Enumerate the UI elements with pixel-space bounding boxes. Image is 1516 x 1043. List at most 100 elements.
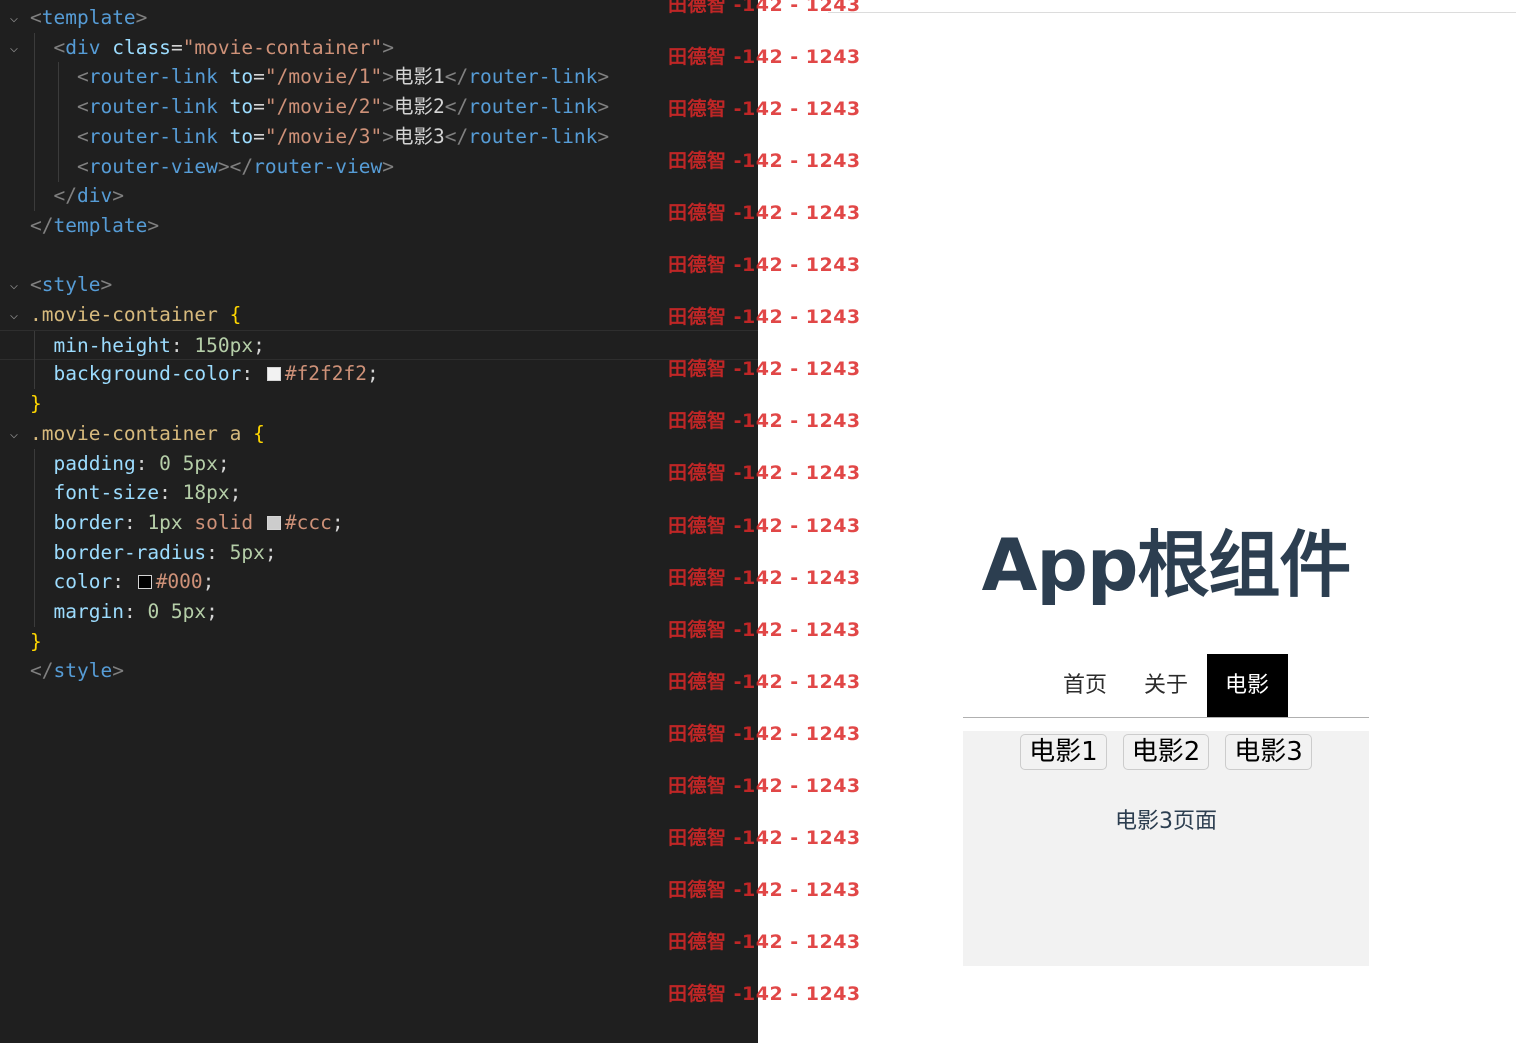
indent-guide [57, 62, 59, 93]
code-token: router-link [88, 124, 218, 148]
code-token: min-height [53, 333, 171, 357]
code-text: <router-link to="/movie/3">电影3</router-l… [77, 122, 609, 152]
code-line[interactable]: </div> [0, 181, 758, 212]
code-token: = [170, 35, 183, 59]
code-line[interactable]: } [0, 627, 758, 657]
indent-guide [34, 567, 35, 598]
indent-guide [57, 92, 59, 123]
movie-container: 电影1 电影2 电影3 电影3页面 [963, 731, 1369, 966]
code-line[interactable]: font-size: 18px; [0, 478, 758, 509]
movie-link-3[interactable]: 电影3 [1225, 734, 1312, 770]
indent-guide [34, 537, 35, 568]
code-token: > [382, 65, 395, 89]
code-token: 电影2 [394, 95, 445, 119]
code-token: 1px [147, 510, 183, 534]
code-token: : [112, 570, 136, 594]
fold-chevron-icon[interactable]: ⌵ [6, 419, 22, 449]
fold-chevron-icon[interactable]: ⌵ [6, 270, 22, 300]
code-token: ; [202, 570, 215, 594]
code-text: .movie-container a { [30, 419, 265, 449]
code-line[interactable]: <router-link to="/movie/2">电影2</router-l… [0, 92, 758, 123]
code-token: to [217, 95, 254, 119]
code-token: to [217, 65, 254, 89]
code-token: 18px [182, 481, 230, 505]
code-line[interactable]: <router-link to="/movie/1">电影1</router-l… [0, 62, 758, 93]
indent-guide [34, 121, 35, 152]
code-token: 150px [194, 333, 254, 357]
indent-guide [57, 151, 59, 182]
indent-guide [34, 330, 35, 361]
code-token: router-view [253, 154, 383, 178]
code-token: < [77, 124, 89, 148]
code-token: { [253, 421, 265, 445]
code-line[interactable]: </style> [0, 656, 758, 686]
browser-preview: App根组件 首页 关于 电影 电影1 电影2 电影3 电影3页面 [758, 0, 1516, 1043]
code-token: : [123, 510, 148, 534]
indent-guide [34, 597, 35, 627]
code-line[interactable]: background-color: #f2f2f2; [0, 359, 758, 390]
indent-guide [34, 151, 35, 182]
code-token: > [382, 95, 395, 119]
code-token: 5px [229, 540, 265, 564]
code-editor[interactable]: ⌵ <template> ⌵ <div class="movie-container"… [0, 0, 758, 1043]
fold-chevron-icon[interactable]: ⌵ [6, 300, 22, 330]
code-line[interactable]: margin: 0 5px; [0, 597, 758, 627]
code-token: : [170, 333, 195, 357]
code-token: 电影1 [394, 65, 445, 89]
code-line[interactable]: <router-view></router-view> [0, 151, 758, 182]
code-text: color: #000; [54, 567, 215, 597]
code-line[interactable]: <router-link to="/movie/3">电影3</router-l… [0, 121, 758, 152]
code-text: border-radius: 5px; [54, 538, 277, 568]
code-text: </style> [30, 656, 124, 686]
code-token: 电影3 [394, 124, 445, 148]
code-token: > [112, 184, 124, 208]
color-swatch-icon [266, 367, 281, 382]
nav-link-about[interactable]: 关于 [1126, 654, 1207, 717]
code-text: margin: 0 5px; [54, 597, 218, 627]
code-token: ; [253, 333, 265, 357]
code-line[interactable]: padding: 0 5px; [0, 448, 758, 479]
code-token: router-view [88, 154, 218, 178]
code-token: = [253, 124, 265, 148]
code-line[interactable]: min-height: 150px; [0, 329, 758, 361]
code-token: template [41, 6, 136, 29]
code-token: #ccc [284, 510, 332, 534]
code-token: : [206, 540, 230, 564]
code-line[interactable]: ⌵ <div class="movie-container"> [0, 32, 758, 63]
code-token: #f2f2f2 [284, 362, 368, 386]
code-token: > [135, 6, 148, 29]
code-line[interactable]: } [0, 389, 758, 419]
code-token: < [77, 95, 89, 119]
code-token: = [253, 65, 265, 89]
code-line[interactable] [0, 241, 758, 271]
code-token: ></ [217, 154, 254, 178]
indent-guide [34, 507, 35, 538]
code-line[interactable]: ⌵ <style> [0, 270, 758, 300]
movie-link-1[interactable]: 电影1 [1020, 734, 1107, 770]
nav-link-movie[interactable]: 电影 [1206, 654, 1288, 717]
code-line[interactable]: ⌵ <template> [0, 3, 758, 33]
movie-page-content: 电影3页面 [1115, 809, 1217, 834]
code-token: { [229, 303, 242, 326]
code-line[interactable]: </template> [0, 211, 758, 241]
code-line[interactable]: border: 1px solid #ccc; [0, 507, 758, 538]
indent-guide [34, 62, 35, 93]
code-line[interactable]: ⌵ .movie-container { [0, 300, 758, 330]
nav-link-home[interactable]: 首页 [1045, 654, 1126, 717]
code-line[interactable]: border-radius: 5px; [0, 537, 758, 568]
fold-chevron-icon[interactable]: ⌵ [6, 33, 22, 63]
code-token: color [53, 570, 113, 594]
code-token: "/movie/2" [264, 95, 383, 119]
indent-guide [34, 181, 35, 212]
fold-chevron-icon[interactable]: ⌵ [6, 3, 22, 33]
code-line[interactable]: color: #000; [0, 567, 758, 598]
indent-guide [34, 92, 35, 123]
code-text: min-height: 150px; [54, 331, 265, 361]
code-token: .movie-container [30, 303, 218, 326]
code-token: template [53, 213, 148, 237]
code-token: < [30, 273, 42, 297]
code-line[interactable]: ⌵ .movie-container a { [0, 419, 758, 449]
movie-link-2[interactable]: 电影2 [1122, 734, 1210, 770]
code-token: </ [444, 65, 469, 89]
code-token: router-link [468, 95, 598, 119]
